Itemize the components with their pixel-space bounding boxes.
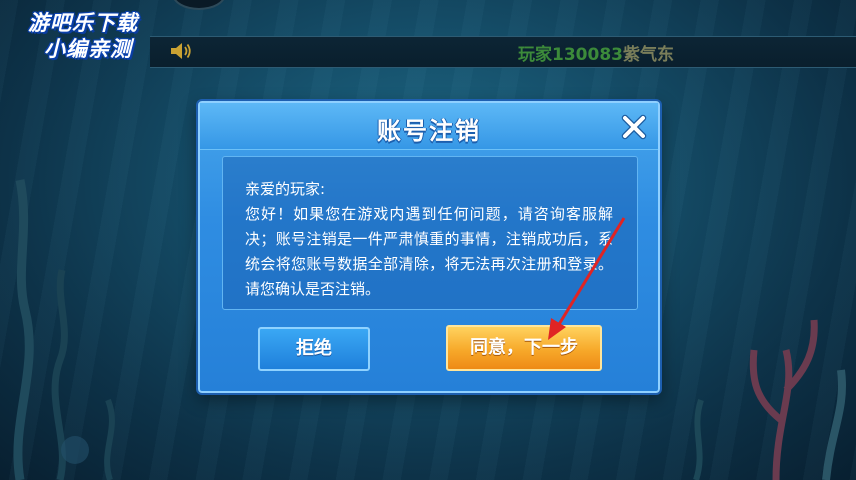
game-scene: 游吧乐下载 小编亲测 玩家130083紫气东 账号注销 亲爱的玩家: 您好！如果…: [0, 0, 856, 480]
logo-line-2: 小编亲测: [44, 37, 132, 61]
dialog-title: 账号注销: [377, 117, 481, 145]
seaweed-left-decoration: [13, 179, 115, 480]
message-text: 亲爱的玩家: 您好！如果您在游戏内遇到任何问题，请咨询客服解决；账号注销是一件严…: [245, 177, 613, 302]
announcement-bar: [150, 36, 856, 68]
announcement-player-name: 紫气东: [622, 45, 674, 65]
close-icon[interactable]: [618, 111, 650, 143]
announcement-text: 玩家130083紫气东: [518, 40, 674, 65]
logo-line-1: 游吧乐下载: [28, 11, 138, 35]
coral-right-decoration: [693, 319, 846, 480]
refuse-button[interactable]: 拒绝: [258, 327, 370, 371]
agree-next-button[interactable]: 同意，下一步: [446, 325, 602, 371]
speaker-icon: [171, 43, 191, 59]
message-body: 您好！如果您在游戏内遇到任何问题，请咨询客服解决；账号注销是一件严肃慎重的事情，…: [245, 205, 613, 298]
dialog-header: 账号注销: [200, 103, 658, 150]
watermark-logo: 游吧乐下载 小编亲测: [8, 10, 158, 62]
message-greeting: 亲爱的玩家:: [245, 180, 326, 198]
announcement-player-id: 玩家130083: [518, 45, 623, 65]
message-box: 亲爱的玩家: 您好！如果您在游戏内遇到任何问题，请咨询客服解决；账号注销是一件严…: [222, 156, 638, 310]
account-deletion-dialog: 账号注销 亲爱的玩家: 您好！如果您在游戏内遇到任何问题，请咨询客服解决；账号注…: [198, 101, 660, 393]
